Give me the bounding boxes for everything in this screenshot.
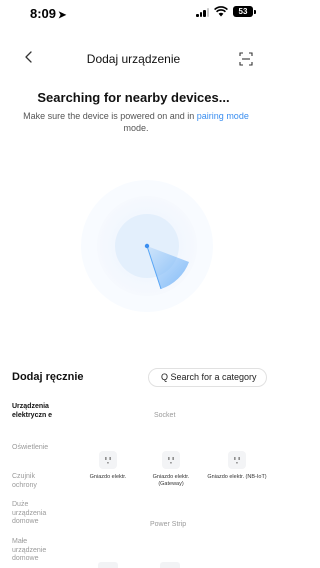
device-socket[interactable]: Gniazdo elektr. — [78, 451, 138, 481]
battery-level: 53 — [238, 7, 248, 16]
searching-desc-after: mode. — [123, 123, 149, 133]
section-title-power-strip: Power Strip — [150, 521, 187, 528]
sidebar-item-lighting[interactable]: Oświetlenie — [12, 444, 60, 453]
scan-qr-icon[interactable] — [239, 52, 253, 66]
category-search-input[interactable]: Q Search for a category — [148, 368, 267, 387]
socket-icon — [99, 451, 117, 469]
status-icons: 53 — [196, 6, 256, 17]
sidebar-item-large-appliances[interactable]: Duże urządzenia domowe — [12, 501, 60, 527]
searching-desc-before: Make sure the device is powered on and i… — [23, 111, 195, 121]
status-time-text: 8:09 — [30, 6, 57, 21]
sidebar-item-security-sensor[interactable]: Czujnik ochrony — [12, 473, 60, 490]
socket-icon — [228, 451, 246, 469]
location-arrow-icon: ➤ — [58, 10, 67, 21]
power-strip-icon[interactable] — [160, 562, 180, 568]
radar-scan-animation — [81, 180, 213, 312]
status-time: 8:09 ➤ — [30, 6, 66, 21]
power-strip-icon[interactable] — [98, 562, 118, 568]
device-label: Gniazdo elektr. — [89, 474, 127, 480]
section-title-socket: Socket — [154, 412, 176, 419]
manual-add-header: Dodaj ręcznie Q Search for a category — [0, 368, 267, 390]
wifi-icon — [214, 6, 228, 17]
page-title: Dodaj urządzenie — [86, 52, 181, 66]
device-label: Gniazdo elektr. (NB-IoT) — [207, 474, 267, 480]
searching-description: Make sure the device is powered on and i… — [22, 110, 250, 134]
cellular-signal-icon — [196, 7, 209, 17]
searching-title: Searching for nearby devices... — [37, 90, 230, 105]
device-label: Gniazdo elektr. (Gateway) — [152, 474, 190, 487]
battery-icon: 53 — [233, 6, 256, 17]
device-socket-nb-iot[interactable]: Gniazdo elektr. (NB-IoT) — [207, 451, 267, 481]
socket-icon — [162, 451, 180, 469]
manual-add-title: Dodaj ręcznie — [12, 371, 84, 383]
navigation-bar: Dodaj urządzenie — [0, 48, 267, 74]
pairing-mode-link[interactable]: pairing mode — [197, 111, 249, 121]
sidebar-item-electrical[interactable]: Urządzenia elektryczn e — [12, 403, 60, 420]
status-bar: 8:09 ➤ 53 — [0, 0, 267, 36]
device-socket-gateway[interactable]: Gniazdo elektr. (Gateway) — [141, 451, 201, 488]
sidebar-item-small-appliances[interactable]: Małe urządzenie domowe — [12, 538, 60, 564]
